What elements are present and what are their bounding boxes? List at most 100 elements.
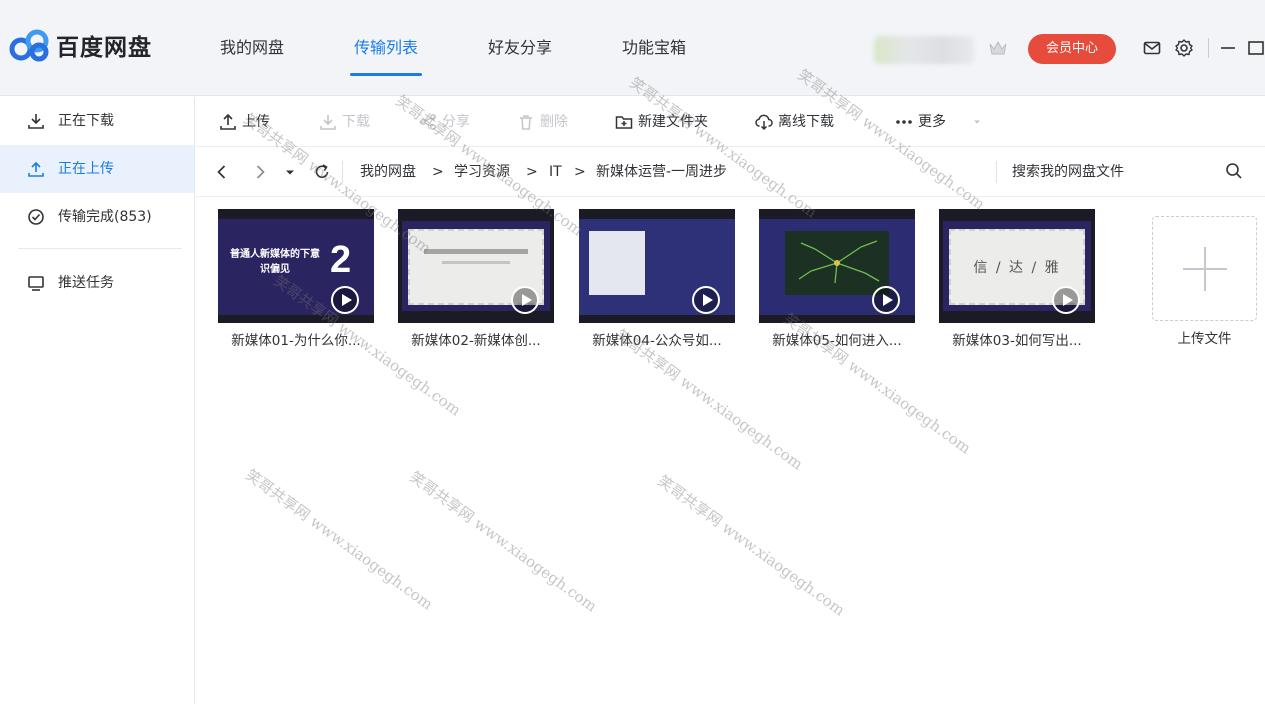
- upload-label: 上传: [242, 114, 270, 130]
- history-dropdown-icon[interactable]: [280, 162, 300, 182]
- address-bar: 我的网盘 > 学习资源 > IT > 新媒体运营-一周进步: [196, 147, 1265, 197]
- watermark: 笑哥共享网 www.xiaogegh.com: [406, 467, 601, 616]
- sidebar-item-push-tasks[interactable]: 推送任务: [0, 259, 194, 307]
- breadcrumb-current-folder[interactable]: 新媒体运营-一周进步: [596, 147, 727, 197]
- offline-download-button[interactable]: 离线下载: [754, 97, 834, 147]
- play-icon[interactable]: [872, 286, 900, 314]
- play-icon[interactable]: [511, 286, 539, 314]
- more-dots-icon: [896, 120, 912, 124]
- video-thumbnail[interactable]: 普通人新媒体的下意识偏见 2: [218, 209, 374, 323]
- main-nav: 我的网盘 传输列表 好友分享 功能宝箱: [208, 0, 744, 96]
- cloud-download-icon: [755, 114, 773, 131]
- breadcrumb-separator: >: [432, 164, 444, 180]
- video-thumbnail[interactable]: 信 / 达 / 雅: [939, 209, 1095, 323]
- thumbnail-text-line: [424, 249, 528, 254]
- file-item[interactable]: 新媒体02-新媒体创...: [398, 209, 554, 349]
- file-name[interactable]: 新媒体02-新媒体创...: [398, 329, 554, 349]
- thumbnail-number: 2: [330, 239, 352, 281]
- sidebar-item-label: 正在上传: [58, 161, 114, 177]
- share-icon: [420, 114, 436, 130]
- new-folder-icon: [615, 116, 633, 129]
- thumbnail-shape: [655, 239, 679, 247]
- avatar[interactable]: [874, 36, 974, 64]
- watermark: 笑哥共享网 www.xiaogegh.com: [654, 471, 849, 620]
- video-thumbnail[interactable]: [759, 209, 915, 323]
- sidebar-item-downloading[interactable]: 正在下载: [0, 97, 194, 145]
- maximize-icon[interactable]: [1246, 38, 1265, 58]
- play-icon[interactable]: [331, 286, 359, 314]
- video-thumbnail[interactable]: [579, 209, 735, 323]
- thumbnail-shape: [687, 253, 711, 261]
- file-item[interactable]: 信 / 达 / 雅 新媒体03-如何写出...: [939, 209, 1095, 349]
- sidebar-divider: [18, 248, 182, 249]
- toolbar: 上传 下载 分享 删除 新建文件夹 离线下载 更多: [196, 97, 1265, 147]
- file-name[interactable]: 新媒体01-为什么你...: [218, 329, 374, 349]
- baidu-netdisk-logo[interactable]: 百度网盘: [8, 28, 152, 62]
- refresh-icon[interactable]: [312, 162, 332, 182]
- thumbnail-shape: [687, 267, 711, 275]
- top-header: 百度网盘 我的网盘 传输列表 好友分享 功能宝箱 会员中心: [0, 0, 1265, 96]
- chevron-down-icon[interactable]: [972, 117, 982, 127]
- tab-transfer-list[interactable]: 传输列表: [342, 0, 430, 96]
- file-name[interactable]: 新媒体04-公众号如...: [579, 329, 735, 349]
- thumbnail-caption: 信 / 达 / 雅: [973, 260, 1061, 276]
- delete-label: 删除: [540, 114, 568, 130]
- more-label: 更多: [918, 114, 946, 130]
- thumbnail-panel: [589, 231, 645, 295]
- play-icon[interactable]: [1052, 286, 1080, 314]
- forward-arrow-icon[interactable]: [250, 162, 270, 182]
- thumbnail-caption: 普通人新媒体的下意识偏见: [230, 249, 320, 275]
- logo-text: 百度网盘: [56, 35, 152, 61]
- upload-icon: [220, 113, 236, 130]
- share-button[interactable]: 分享: [418, 97, 470, 147]
- vip-center-button[interactable]: 会员中心: [1028, 34, 1116, 64]
- tab-friend-share[interactable]: 好友分享: [476, 0, 564, 96]
- download-icon: [320, 115, 336, 130]
- new-folder-button[interactable]: 新建文件夹: [614, 97, 708, 147]
- minimize-icon[interactable]: [1218, 38, 1238, 58]
- file-name[interactable]: 新媒体05-如何进入...: [759, 329, 915, 349]
- sidebar-item-label: 推送任务: [58, 275, 114, 291]
- search-input[interactable]: [1012, 159, 1232, 185]
- file-item[interactable]: 普通人新媒体的下意识偏见 2 新媒体01-为什么你...: [218, 209, 374, 349]
- gear-icon[interactable]: [1174, 38, 1194, 58]
- sidebar-item-label: 正在下载: [58, 113, 114, 129]
- breadcrumb-study-resources[interactable]: 学习资源: [454, 147, 510, 197]
- sidebar-item-label: 传输完成(853): [58, 209, 152, 225]
- file-item[interactable]: 新媒体05-如何进入...: [759, 209, 915, 349]
- sidebar-item-uploading[interactable]: 正在上传: [0, 145, 194, 193]
- file-name[interactable]: 新媒体03-如何写出...: [939, 329, 1095, 349]
- thumbnail-text-line: [442, 261, 510, 264]
- header-divider: [1208, 38, 1209, 58]
- breadcrumb-separator: >: [526, 164, 538, 180]
- crown-icon[interactable]: [988, 38, 1008, 58]
- tab-toolbox[interactable]: 功能宝箱: [610, 0, 698, 96]
- tab-my-netdisk[interactable]: 我的网盘: [208, 0, 296, 96]
- search-icon[interactable]: [1224, 161, 1244, 181]
- thumbnail-shape: [687, 239, 711, 247]
- monitor-icon: [28, 276, 44, 291]
- new-folder-label: 新建文件夹: [638, 114, 708, 130]
- more-button[interactable]: 更多: [894, 97, 946, 147]
- upload-file-tile[interactable]: [1152, 216, 1257, 321]
- mail-icon[interactable]: [1142, 38, 1162, 58]
- cloud-logo-icon: [9, 29, 49, 62]
- breadcrumb-my-netdisk[interactable]: 我的网盘: [360, 147, 416, 197]
- upload-icon: [28, 161, 44, 177]
- file-item[interactable]: 新媒体04-公众号如...: [579, 209, 735, 349]
- video-thumbnail[interactable]: [398, 209, 554, 323]
- thumbnail-mindmap: [785, 231, 889, 295]
- upload-file-label[interactable]: 上传文件: [1152, 327, 1257, 347]
- offline-download-label: 离线下载: [778, 114, 834, 130]
- delete-button[interactable]: 删除: [516, 97, 568, 147]
- back-arrow-icon[interactable]: [212, 162, 232, 182]
- breadcrumb-it[interactable]: IT: [549, 147, 562, 197]
- watermark: 笑哥共享网 www.xiaogegh.com: [242, 465, 437, 614]
- play-icon[interactable]: [692, 286, 720, 314]
- sidebar: 正在下载 正在上传 传输完成(853) 推送任务: [0, 97, 195, 704]
- breadcrumb-separator: >: [574, 164, 586, 180]
- sidebar-item-completed[interactable]: 传输完成(853): [0, 193, 194, 241]
- download-button[interactable]: 下载: [318, 97, 370, 147]
- search-divider: [996, 161, 997, 183]
- upload-button[interactable]: 上传: [218, 97, 270, 147]
